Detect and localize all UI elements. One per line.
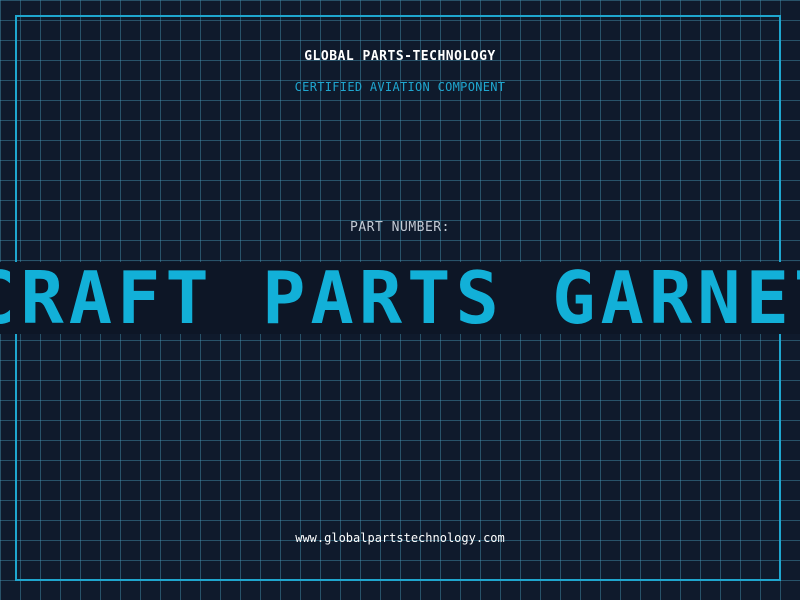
part-number-banner: CRAFT PARTS GARNETT [0, 262, 800, 334]
part-number-value: CRAFT PARTS GARNETT [0, 262, 800, 334]
part-number-label: PART NUMBER: [350, 220, 450, 235]
brand-name: GLOBAL PARTS-TECHNOLOGY [304, 49, 496, 64]
part-label-page: GLOBAL PARTS-TECHNOLOGY CERTIFIED AVIATI… [0, 0, 800, 600]
website-url: www.globalpartstechnology.com [295, 531, 505, 545]
brand-tagline: CERTIFIED AVIATION COMPONENT [294, 80, 506, 94]
